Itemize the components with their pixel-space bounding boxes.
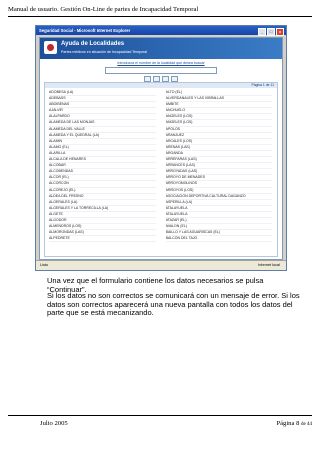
page-label: Página	[276, 420, 295, 427]
browser-titlebar: Seguridad Social - Microsoft Internet Ex…	[36, 26, 286, 36]
locality-column-left: ADOBESA (LA) ADEBASS ABOIBENAS AJALVIR ALALP…	[49, 90, 156, 243]
locality-results: Página 1 de 11 ADOBESA (LA) ADEBASS ABOIBE…	[44, 82, 278, 257]
browser-window-title: Seguridad Social - Microsoft Internet Ex…	[39, 28, 131, 33]
locality-search-input[interactable]	[105, 67, 217, 74]
header-rule	[8, 16, 312, 17]
paragraph-validation: Si los datos no son correctos se comunic…	[47, 291, 300, 318]
page-total: de 44	[301, 422, 312, 427]
browser-page: Ayuda de Localidades Partes médicos en s…	[39, 37, 283, 260]
close-icon[interactable]: x	[276, 27, 284, 36]
embedded-screenshot: Seguridad Social - Microsoft Internet Ex…	[35, 25, 287, 271]
page-current: 8	[296, 420, 300, 427]
footer-date: Julio 2005	[40, 420, 68, 427]
maximize-icon[interactable]: □	[267, 27, 275, 36]
pagination-label: Página 1 de 11	[45, 83, 277, 88]
browser-statusbar: Listo Internet local	[36, 260, 286, 270]
footer-page-number: Página 8 de 44	[276, 420, 312, 427]
window-buttons: _ □ x	[258, 27, 284, 36]
page-banner: Ayuda de Localidades Partes médicos en s…	[40, 38, 282, 59]
seguridad-social-logo-icon	[44, 41, 57, 54]
locality-list-item[interactable]: BALCON DEL TAJO	[165, 236, 273, 243]
search-instruction: Introduzca el nombre de la localidad que…	[117, 61, 205, 65]
banner-subtitle: Partes médicos en situación de Incapacid…	[61, 50, 148, 54]
footer-rule	[8, 415, 312, 416]
status-zone: Internet local	[258, 263, 280, 267]
banner-title: Ayuda de Localidades	[61, 41, 125, 47]
status-text: Listo	[40, 263, 49, 267]
locality-list-item[interactable]: ALPEDRETE	[49, 236, 156, 243]
document-header: Manual de usuario. Gestión On-Line de pa…	[8, 6, 199, 13]
minimize-icon[interactable]: _	[258, 27, 266, 36]
locality-column-right: ALTO (EL) ALVERDANALES Y LAS VIBRALLAS AMB…	[165, 90, 273, 243]
